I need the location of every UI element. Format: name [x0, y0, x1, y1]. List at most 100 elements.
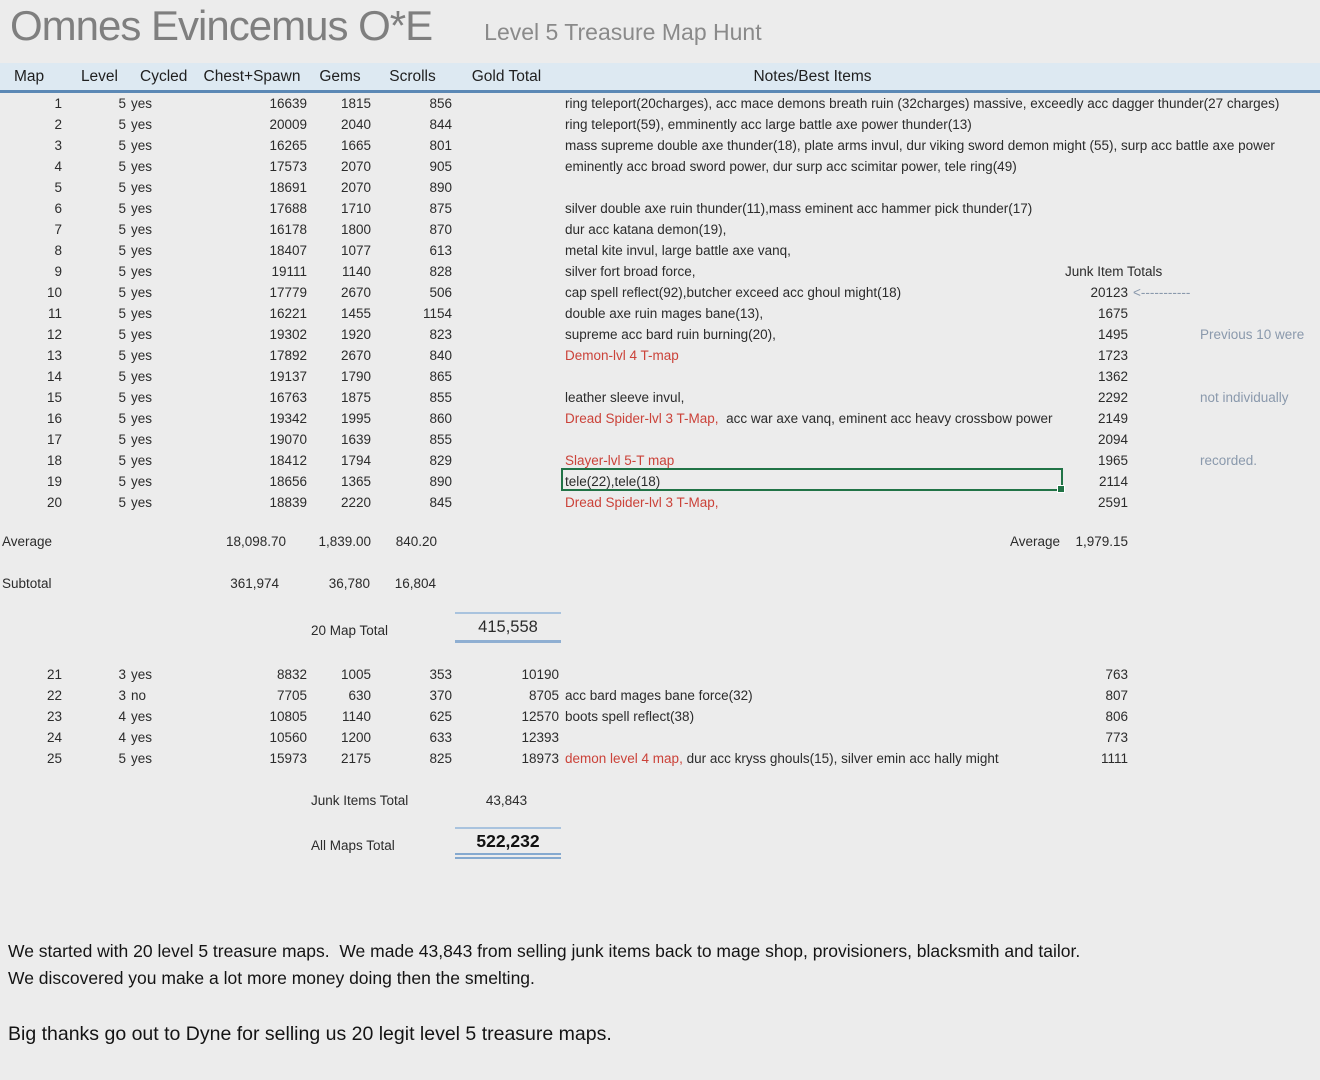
cell-gems[interactable]: 1875	[308, 387, 372, 408]
average-row-label[interactable]: Average	[2, 531, 52, 552]
cell-map-number[interactable]: 6	[0, 198, 64, 219]
all-maps-total-value[interactable]: 522,232	[455, 827, 561, 859]
twenty-map-total-value[interactable]: 415,558	[455, 612, 561, 643]
cell-junk-item-total[interactable]	[1065, 198, 1129, 219]
cell-notes[interactable]	[560, 429, 1065, 450]
cell-cycled[interactable]: yes	[128, 706, 196, 727]
cell-map-number[interactable]: 4	[0, 156, 64, 177]
cell-cycled[interactable]: yes	[128, 387, 196, 408]
cell-scrolls[interactable]: 823	[372, 324, 453, 345]
column-header-notes[interactable]: Notes/Best Items	[560, 68, 1065, 86]
cell-level[interactable]: 5	[64, 282, 128, 303]
cell-notes[interactable]: double axe ruin mages bane(13),	[560, 303, 1065, 324]
cell-map-number[interactable]: 9	[0, 261, 64, 282]
cell-cycled[interactable]: yes	[128, 261, 196, 282]
cell-gold-total[interactable]	[453, 261, 560, 282]
cell-junk-item-total[interactable]	[1065, 219, 1129, 240]
cell-cycled[interactable]: yes	[128, 366, 196, 387]
cell-scrolls[interactable]: 905	[372, 156, 453, 177]
cell-scrolls[interactable]: 865	[372, 366, 453, 387]
cell-gold-total[interactable]	[453, 240, 560, 261]
subtotal-scrolls-value[interactable]: 16,804	[356, 573, 436, 594]
cell-chest-spawn[interactable]: 18407	[196, 240, 308, 261]
cell-map-number[interactable]: 20	[0, 492, 64, 513]
cell-level[interactable]: 5	[64, 345, 128, 366]
twenty-map-total-label[interactable]: 20 Map Total	[311, 620, 388, 641]
cell-gold-total[interactable]	[453, 156, 560, 177]
cell-gold-total[interactable]	[453, 324, 560, 345]
cell-gems[interactable]: 1005	[308, 664, 372, 685]
cell-level[interactable]: 5	[64, 450, 128, 471]
cell-level[interactable]: 5	[64, 240, 128, 261]
cell-chest-spawn[interactable]: 18656	[196, 471, 308, 492]
cell-gems[interactable]: 1200	[308, 727, 372, 748]
cell-scrolls[interactable]: 801	[372, 135, 453, 156]
cell-scrolls[interactable]: 875	[372, 198, 453, 219]
cell-gems[interactable]: 630	[308, 685, 372, 706]
cell-level[interactable]: 5	[64, 156, 128, 177]
cell-gold-total[interactable]: 18973	[453, 748, 560, 769]
selected-cell-outline[interactable]	[561, 468, 1063, 491]
cell-level[interactable]: 5	[64, 114, 128, 135]
all-maps-total-label[interactable]: All Maps Total	[311, 835, 395, 856]
cell-level[interactable]: 5	[64, 408, 128, 429]
cell-level[interactable]: 5	[64, 748, 128, 769]
cell-cycled[interactable]: yes	[128, 282, 196, 303]
cell-gems[interactable]: 1665	[308, 135, 372, 156]
cell-junk-item-total[interactable]: 1965	[1065, 450, 1129, 471]
cell-cycled[interactable]: yes	[128, 198, 196, 219]
cell-level[interactable]: 5	[64, 471, 128, 492]
cell-junk-item-total[interactable]: 2591	[1065, 492, 1129, 513]
cell-junk-item-total[interactable]: 806	[1065, 706, 1129, 727]
junk-average-label[interactable]: Average	[960, 531, 1060, 552]
column-header-level[interactable]: Level	[64, 68, 128, 86]
cell-gems[interactable]: 1794	[308, 450, 372, 471]
cell-junk-item-total[interactable]: 1675	[1065, 303, 1129, 324]
cell-notes[interactable]	[560, 366, 1065, 387]
cell-junk-item-total[interactable]: 1495	[1065, 324, 1129, 345]
cell-chest-spawn[interactable]: 17892	[196, 345, 308, 366]
cell-chest-spawn[interactable]: 15973	[196, 748, 308, 769]
cell-level[interactable]: 5	[64, 366, 128, 387]
cell-cycled[interactable]: yes	[128, 303, 196, 324]
cell-chest-spawn[interactable]: 10805	[196, 706, 308, 727]
cell-cycled[interactable]: yes	[128, 471, 196, 492]
cell-gems[interactable]: 1995	[308, 408, 372, 429]
cell-level[interactable]: 5	[64, 324, 128, 345]
cell-junk-item-total[interactable]: 2094	[1065, 429, 1129, 450]
cell-chest-spawn[interactable]: 20009	[196, 114, 308, 135]
cell-map-number[interactable]: 17	[0, 429, 64, 450]
cell-gems[interactable]: 2175	[308, 748, 372, 769]
cell-scrolls[interactable]: 633	[372, 727, 453, 748]
cell-notes[interactable]: eminently acc broad sword power, dur sur…	[560, 156, 1065, 177]
cell-map-number[interactable]: 21	[0, 664, 64, 685]
cell-gems[interactable]: 1365	[308, 471, 372, 492]
cell-cycled[interactable]: yes	[128, 114, 196, 135]
cell-map-number[interactable]: 13	[0, 345, 64, 366]
cell-level[interactable]: 3	[64, 685, 128, 706]
cell-gold-total[interactable]: 10190	[453, 664, 560, 685]
cell-junk-item-total[interactable]: 1362	[1065, 366, 1129, 387]
subtotal-chest-value[interactable]: 361,974	[179, 573, 279, 594]
cell-gold-total[interactable]	[453, 114, 560, 135]
cell-chest-spawn[interactable]: 16265	[196, 135, 308, 156]
cell-map-number[interactable]: 2	[0, 114, 64, 135]
column-header-cycled[interactable]: Cycled	[128, 68, 196, 86]
cell-notes[interactable]: acc bard mages bane force(32)	[560, 685, 1065, 706]
cell-notes[interactable]: metal kite invul, large battle axe vanq,	[560, 240, 1065, 261]
cell-map-number[interactable]: 8	[0, 240, 64, 261]
cell-chest-spawn[interactable]: 19137	[196, 366, 308, 387]
cell-notes[interactable]: leather sleeve invul,	[560, 387, 1065, 408]
cell-map-number[interactable]: 24	[0, 727, 64, 748]
cell-map-number[interactable]: 1	[0, 93, 64, 114]
cell-gems[interactable]: 1140	[308, 706, 372, 727]
cell-chest-spawn[interactable]: 10560	[196, 727, 308, 748]
cell-gold-total[interactable]	[453, 387, 560, 408]
cell-level[interactable]: 3	[64, 664, 128, 685]
cell-cycled[interactable]: yes	[128, 93, 196, 114]
cell-cycled[interactable]: yes	[128, 408, 196, 429]
cell-gems[interactable]: 2670	[308, 345, 372, 366]
cell-notes[interactable]: silver fort broad force,	[560, 261, 1065, 282]
cell-scrolls[interactable]: 844	[372, 114, 453, 135]
cell-gold-total[interactable]	[453, 345, 560, 366]
